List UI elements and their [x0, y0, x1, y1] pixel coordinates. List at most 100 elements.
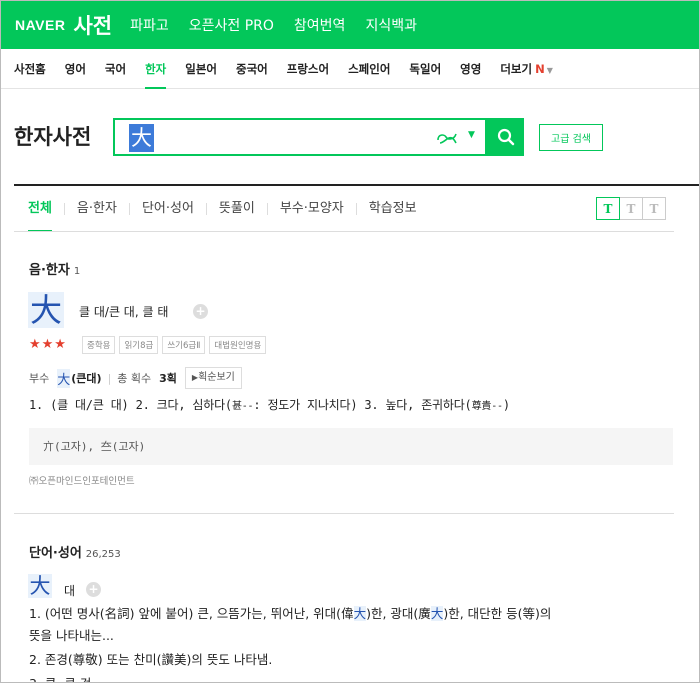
- def-hanja-highlight[interactable]: 大: [353, 606, 367, 621]
- nav-item-hanja[interactable]: 한자: [145, 49, 167, 89]
- badge-writing-level: 쓰기6급Ⅱ: [162, 336, 206, 354]
- word-hanja[interactable]: 大: [28, 574, 52, 598]
- nav-item-home[interactable]: 사전홈: [14, 49, 46, 89]
- nav-item-french[interactable]: 프랑스어: [287, 49, 329, 89]
- word-definition-3: 3. 큼. 큰 것.: [29, 673, 95, 682]
- def-text: 1. (어떤 명사(: [29, 606, 105, 621]
- badge-reading-level: 읽기8급: [119, 336, 159, 354]
- stroke-label: 총 획수: [117, 372, 152, 385]
- stroke-order-button[interactable]: ▶획순보기: [184, 367, 242, 389]
- word-reading: 대: [64, 584, 76, 598]
- add-wordbook-icon[interactable]: +: [193, 304, 208, 319]
- tab-underline: [14, 231, 674, 232]
- advanced-search-button[interactable]: 고급 검색: [539, 124, 603, 151]
- nav-item-german[interactable]: 독일어: [409, 49, 441, 89]
- tab-learning-info[interactable]: 학습정보: [357, 186, 429, 232]
- new-badge: N: [535, 61, 545, 76]
- importance-stars: ★★★: [29, 337, 67, 352]
- hanja-section-count: 1: [73, 266, 81, 277]
- def-hanja[interactable]: 名詞: [105, 606, 130, 621]
- def-text: ) 앞에 붙어) 큰, 으뜸가는, 뛰어난, 위대(: [129, 606, 342, 621]
- section-divider: [14, 513, 674, 514]
- nav-item-spanish[interactable]: 스페인어: [348, 49, 390, 89]
- nav-more-label: 더보기: [500, 61, 533, 76]
- naver-logo[interactable]: NAVER: [15, 17, 65, 33]
- gnb-link-papago[interactable]: 파파고: [130, 15, 169, 35]
- word-definition-1: 1. (어떤 명사(名詞) 앞에 붙어) 큰, 으뜸가는, 뛰어난, 위대(偉大…: [29, 603, 551, 625]
- result-tabs: 전체 음·한자 단어·성어 뜻풀이 부수·모양자 학습정보: [14, 186, 674, 232]
- font-size-controls: T T T: [596, 197, 666, 220]
- hanja-meaning: 1. (클 대/큰 대) 2. 크다, 심하다(甚--: 정도가 지나치다) 3…: [29, 396, 510, 413]
- add-wordbook-icon[interactable]: +: [86, 582, 101, 597]
- nav-item-chinese[interactable]: 중국어: [236, 49, 268, 89]
- def-text: )의: [535, 606, 552, 621]
- divider: |: [107, 371, 112, 385]
- page-title: 한자사전: [14, 125, 92, 149]
- def-text: )한, 대단한 등(: [443, 606, 523, 621]
- hanja-section-title: 음·한자 1: [29, 259, 80, 278]
- copyright-source: ㈜오픈마인드인포테인먼트: [29, 476, 135, 487]
- font-size-small-button[interactable]: T: [596, 197, 620, 220]
- def-text: 2. 존경(: [29, 652, 73, 667]
- page-frame: NAVER 사전 파파고 오픈사전 PRO 참여번역 지식백과 사전홈 영어 국…: [0, 0, 700, 683]
- def-text: )한, 광대(: [366, 606, 419, 621]
- nav-item-english-english[interactable]: 영영: [460, 49, 481, 89]
- hanja-reading: 클 대/큰 대, 클 태: [79, 305, 169, 319]
- handwriting-input-icon[interactable]: [435, 128, 459, 146]
- word-definition-2: 2. 존경(尊敬) 또는 찬미(讚美)의 뜻도 나타냄.: [29, 649, 272, 671]
- level-badges: 중학용 읽기8급 쓰기6급Ⅱ 대법원인명용: [82, 336, 270, 354]
- meaning-hanja-2[interactable]: 尊貴--: [472, 401, 503, 412]
- input-tool-dropdown-icon[interactable]: ▼: [468, 130, 475, 140]
- global-nav-links: 파파고 오픈사전 PRO 참여번역 지식백과: [130, 15, 437, 35]
- radical-info: 부수 大 (큰대) | 총 획수 3획 ▶획순보기: [29, 367, 242, 389]
- badge-name-use: 대법원인명용: [209, 336, 267, 354]
- search-box[interactable]: 大 ▼: [113, 118, 487, 156]
- search-icon: [497, 128, 514, 146]
- stroke-order-label: 획순보기: [198, 372, 235, 383]
- stroke-count: 3획: [159, 372, 177, 385]
- search-input[interactable]: 大: [129, 124, 154, 152]
- tab-radicals[interactable]: 부수·모양자: [268, 186, 356, 232]
- meaning-hanja-1[interactable]: 甚--: [232, 401, 254, 412]
- gnb-link-translation[interactable]: 참여번역: [294, 15, 346, 35]
- global-nav-bar: NAVER 사전 파파고 오픈사전 PRO 참여번역 지식백과: [1, 1, 699, 49]
- gnb-link-encyclopedia[interactable]: 지식백과: [365, 15, 417, 35]
- meaning-text-2: : 정도가 지나치다) 3. 높다, 존귀하다(: [253, 398, 472, 412]
- word-section-title: 단어·성어 26,253: [29, 542, 121, 561]
- radical-character[interactable]: 大: [57, 368, 71, 388]
- tab-all[interactable]: 전체: [14, 186, 64, 232]
- related-characters: 亣(고자), 夳(고자): [29, 428, 673, 465]
- search-button[interactable]: [487, 118, 524, 156]
- word-definition-1-cont: 뜻을 나타내는...: [29, 628, 114, 643]
- hanja-character[interactable]: 大: [28, 292, 64, 328]
- tab-words-idioms[interactable]: 단어·성어: [130, 186, 206, 232]
- def-hanja[interactable]: 廣: [418, 606, 431, 621]
- def-hanja[interactable]: 偉: [341, 606, 354, 621]
- font-size-medium-button[interactable]: T: [619, 197, 643, 220]
- def-text: ) 또는 찬미(: [97, 652, 162, 667]
- gnb-link-open-dict-pro[interactable]: 오픈사전 PRO: [189, 15, 274, 35]
- hanja-section-label: 음·한자: [29, 263, 70, 278]
- radical-reading: (큰대): [71, 372, 102, 385]
- def-hanja[interactable]: 等: [523, 606, 536, 621]
- dictionary-category-nav: 사전홈 영어 국어 한자 일본어 중국어 프랑스어 스페인어 독일어 영영 더보…: [1, 49, 699, 89]
- def-text: )의 뜻도 나타냄.: [186, 652, 273, 667]
- def-hanja[interactable]: 尊敬: [73, 652, 98, 667]
- chevron-down-icon: ▼: [546, 65, 553, 75]
- word-section-label: 단어·성어: [29, 546, 82, 561]
- def-hanja[interactable]: 讚美: [162, 652, 187, 667]
- nav-item-more[interactable]: 더보기 N ▼: [500, 49, 553, 89]
- tab-definitions[interactable]: 뜻풀이: [207, 186, 267, 232]
- word-section-count: 26,253: [85, 549, 121, 560]
- font-size-large-button[interactable]: T: [642, 197, 666, 220]
- def-hanja-highlight[interactable]: 大: [430, 606, 444, 621]
- meaning-text-3: ): [502, 398, 510, 412]
- nav-item-korean[interactable]: 국어: [105, 49, 126, 89]
- tab-reading-hanja[interactable]: 음·한자: [65, 186, 129, 232]
- dictionary-service-title[interactable]: 사전: [73, 10, 112, 40]
- nav-item-english[interactable]: 영어: [65, 49, 86, 89]
- nav-item-japanese[interactable]: 일본어: [185, 49, 217, 89]
- radical-label: 부수: [29, 372, 50, 385]
- badge-middle-school: 중학용: [82, 336, 116, 354]
- meaning-text-1: 1. (클 대/큰 대) 2. 크다, 심하다(: [29, 398, 232, 412]
